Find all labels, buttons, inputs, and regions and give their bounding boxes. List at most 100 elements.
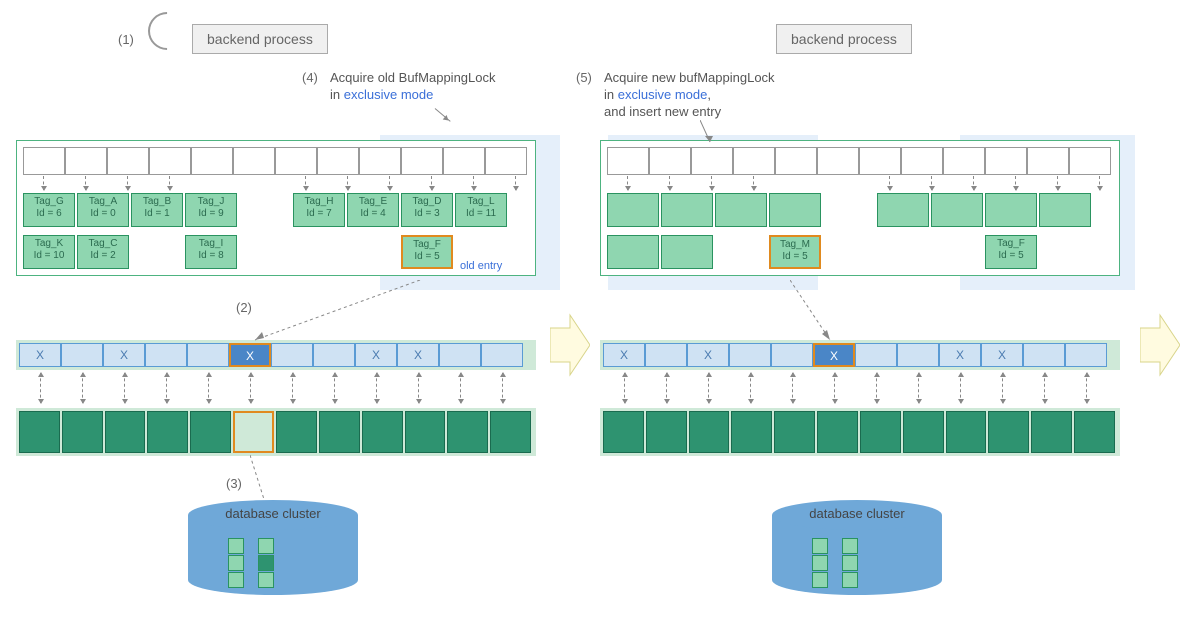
caption4-line2-pre: in [330,87,344,102]
biarrow-icon [708,373,709,403]
buf-cell [439,343,481,367]
hash-entry-blank [985,193,1037,227]
biarrow-icon [1086,373,1087,403]
biarrow-icon [960,373,961,403]
buf-cell: X [981,343,1023,367]
db-label-right: database cluster [772,506,942,521]
biarrow-icon [82,373,83,403]
block-cell-highlight [233,411,274,453]
biarrow-icon [792,373,793,403]
hash-bucket [607,147,649,175]
caption4-line2-em: exclusive mode [344,87,434,102]
biarrow-icon [666,373,667,403]
buf-cell [897,343,939,367]
db-cells-left [228,538,274,589]
hash-bucket [317,147,359,175]
buf-cell [771,343,813,367]
buf-cell [481,343,523,367]
hash-entry-blank [715,193,767,227]
block-cell [817,411,858,453]
block-cell [1074,411,1115,453]
arrow-icon [431,176,432,190]
block-cell [19,411,60,453]
entry-row-2-right: Tag_MId = 5 Tag_FId = 5 [607,235,1113,269]
biarrow-icon [208,373,209,403]
arrow-icon [931,176,932,190]
block-cell [490,411,531,453]
hash-entry-new: Tag_MId = 5 [769,235,821,269]
block-cell [860,411,901,453]
caption5-callout-line [700,120,720,145]
arrow-icon [127,176,128,190]
hash-bucket [691,147,733,175]
hash-bucket [1027,147,1069,175]
diagram-root: (1) backend process backend process (4) … [0,0,1184,629]
buf-cell [313,343,355,367]
arrow-icon [347,176,348,190]
entry-row-2-left: Tag_KId = 10 Tag_CId = 2 Tag_IId = 8 Tag… [23,235,529,269]
hash-entry: Tag_IId = 8 [185,235,237,269]
buf-cell [145,343,187,367]
block-cell [362,411,403,453]
caption-step-5: Acquire new bufMappingLock in exclusive … [604,70,775,121]
arrow-icon [389,176,390,190]
biarrow-icon [460,373,461,403]
hash-entry: Tag_JId = 9 [185,193,237,227]
hash-entry-blank [931,193,983,227]
hash-entry-retained-old: Tag_FId = 5 [985,235,1037,269]
caption4-line1: Acquire old BufMappingLock [330,70,496,85]
buf-cell [855,343,897,367]
hash-table-left: Tag_GId = 6 Tag_AId = 0 Tag_BId = 1 Tag_… [16,140,536,276]
buf-cell-selected: X [813,343,855,367]
hash-bucket [65,147,107,175]
hash-bucket [401,147,443,175]
hash-bucket [443,147,485,175]
database-cylinder-left: database cluster [188,500,358,595]
buf-cell: X [687,343,729,367]
hash-entry-blank [661,235,713,269]
arrow-icon [43,176,44,190]
biarrow-icon [1002,373,1003,403]
pointer-new-entry-to-buf [790,280,840,345]
buf-cell: X [603,343,645,367]
database-cylinder-right: database cluster [772,500,942,595]
buf-cell [645,343,687,367]
block-cell [689,411,730,453]
hash-bucket [275,147,317,175]
biarrow-icon [40,373,41,403]
gap [715,235,767,269]
hash-entry-blank [1039,193,1091,227]
arrow-icon [973,176,974,190]
hash-entry: Tag_DId = 3 [401,193,453,227]
hash-bucket [1069,147,1111,175]
biarrow-icon [750,373,751,403]
caption-step-4: Acquire old BufMappingLock in exclusive … [330,70,496,104]
hash-entry: Tag_BId = 1 [131,193,183,227]
backend-process-left: backend process [192,24,328,54]
transition-arrow-icon [1140,310,1180,380]
db-label-left: database cluster [188,506,358,521]
arrow-icon [515,176,516,190]
buf-cell [1065,343,1107,367]
block-cell [903,411,944,453]
biarrow-icon [166,373,167,403]
gap [239,193,291,227]
block-cell [147,411,188,453]
hash-bucket [359,147,401,175]
biarrow-icon [418,373,419,403]
bucket-row-right [607,147,1113,175]
block-cell [447,411,488,453]
loop-arrow-icon [140,4,194,58]
arrow-icon [889,176,890,190]
block-cell [774,411,815,453]
hash-bucket [649,147,691,175]
backend-process-right: backend process [776,24,912,54]
step-1-label: (1) [118,32,134,47]
block-cell [405,411,446,453]
biarrow-icon [250,373,251,403]
buffer-descriptor-strip-right: X X X X X [600,340,1120,370]
hash-entry: Tag_LId = 11 [455,193,507,227]
buf-cell: X [103,343,145,367]
buf-cell-selected: X [229,343,271,367]
buf-cell [61,343,103,367]
